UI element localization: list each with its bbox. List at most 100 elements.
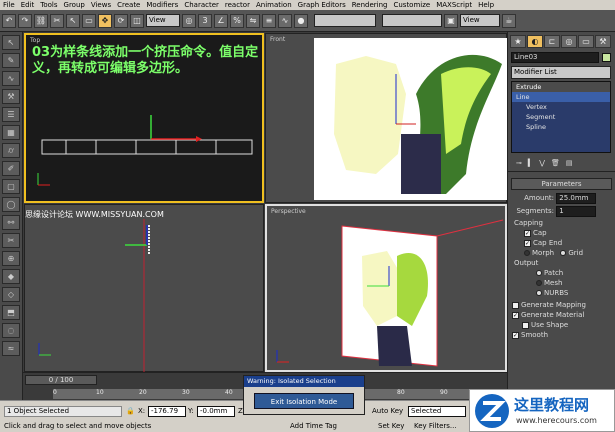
make-unique-icon[interactable]: ⋁ — [539, 159, 545, 167]
scale-icon[interactable]: ◫ — [130, 13, 144, 28]
gen-mapping-checkbox[interactable] — [512, 301, 519, 309]
viewport-top[interactable]: Top 03为样条线添加一个挤压命令。值自定义，再转成可编辑多边形。 — [24, 33, 264, 203]
menu-item-reactor[interactable]: reactor — [222, 1, 253, 9]
percent-snap-icon[interactable]: % — [230, 13, 244, 28]
move-icon[interactable]: ✥ — [98, 13, 112, 28]
viewport-left[interactable]: 思缘设计论坛 WWW.MISSYUAN.COM — [24, 204, 264, 373]
object-name-field[interactable]: Line03 — [511, 52, 599, 63]
angle-snap-icon[interactable]: ∠ — [214, 13, 228, 28]
cut-icon[interactable]: ✂ — [2, 233, 20, 248]
morph-radio[interactable] — [524, 250, 530, 256]
align-icon[interactable]: ≡ — [262, 13, 276, 28]
relax-icon[interactable]: ≈ — [2, 341, 20, 356]
menu-item-animation[interactable]: Animation — [253, 1, 295, 9]
redo-icon[interactable]: ↷ — [18, 13, 32, 28]
extrude-icon[interactable]: ⬒ — [2, 305, 20, 320]
utilities-tab-icon[interactable]: ⚒ — [595, 35, 611, 48]
menu-item-rendering[interactable]: Rendering — [349, 1, 391, 9]
layer-dropdown[interactable] — [382, 14, 442, 27]
display-tab-icon[interactable]: ▭ — [578, 35, 594, 48]
hierarchy-tab-icon[interactable]: ⊏ — [544, 35, 560, 48]
chamfer-icon[interactable]: ◇ — [2, 287, 20, 302]
object-color-swatch[interactable] — [602, 53, 611, 62]
grid-radio[interactable] — [560, 250, 567, 256]
stack-item-segment[interactable]: Segment — [512, 112, 610, 122]
configure-modifiers-icon[interactable]: ▤ — [566, 159, 573, 167]
unlink-icon[interactable]: ✂ — [50, 13, 64, 28]
menu-item-graph-editors[interactable]: Graph Editors — [295, 1, 349, 9]
named-selection-dropdown[interactable] — [314, 14, 376, 27]
menu-item-edit[interactable]: Edit — [18, 1, 38, 9]
link-icon[interactable]: ⛓ — [34, 13, 48, 28]
reference-coord-dropdown[interactable]: View — [146, 14, 180, 27]
grid-icon[interactable]: ▦ — [2, 125, 20, 140]
stack-item-vertex[interactable]: Vertex — [512, 102, 610, 112]
menu-item-create[interactable]: Create — [114, 1, 143, 9]
mesh-row[interactable]: Mesh — [508, 278, 615, 288]
y-coordinate-field[interactable]: -0.0mm — [197, 406, 235, 417]
undo-icon[interactable]: ↶ — [2, 13, 16, 28]
cylinder-icon[interactable]: ⌭ — [2, 143, 20, 158]
patch-radio[interactable] — [536, 270, 542, 276]
stack-item-spline[interactable]: Spline — [512, 122, 610, 132]
smooth-icon[interactable]: ◌ — [2, 323, 20, 338]
smooth-checkbox[interactable]: ✓ — [512, 331, 519, 339]
menu-item-help[interactable]: Help — [475, 1, 497, 9]
lock-icon[interactable]: 🔒 — [126, 407, 135, 415]
sphere-icon[interactable]: ◯ — [2, 197, 20, 212]
menu-item-views[interactable]: Views — [88, 1, 114, 9]
key-selection-dropdown[interactable]: Selected — [408, 406, 466, 417]
create-tab-icon[interactable]: ★ — [510, 35, 526, 48]
paint-icon[interactable]: ✎ — [2, 53, 20, 68]
menu-item-maxscript[interactable]: MAXScript — [433, 1, 475, 9]
stack-item-extrude[interactable]: Extrude — [512, 82, 610, 92]
viewport-perspective[interactable]: Perspective — [265, 204, 507, 372]
select-region-icon[interactable]: ▭ — [82, 13, 96, 28]
connect-icon[interactable]: ⚯ — [2, 215, 20, 230]
menu-item-modifiers[interactable]: Modifiers — [143, 1, 181, 9]
key-filters-button[interactable]: Key Filters... — [414, 422, 457, 430]
menu-item-tools[interactable]: Tools — [37, 1, 60, 9]
nurbs-radio[interactable] — [536, 290, 542, 296]
segments-field[interactable]: 1 — [556, 206, 597, 217]
use-shape-row[interactable]: Use Shape — [508, 320, 615, 330]
brush-icon[interactable]: ✐ — [2, 161, 20, 176]
curve-editor-icon[interactable]: ∿ — [278, 13, 292, 28]
weld-icon[interactable]: ⊕ — [2, 251, 20, 266]
cap-start-checkbox[interactable]: ✓ — [524, 229, 531, 237]
add-time-tag[interactable]: Add Time Tag — [290, 422, 337, 430]
remove-modifier-icon[interactable]: 🗑 — [551, 159, 560, 167]
gen-material-checkbox[interactable]: ✓ — [512, 311, 519, 319]
layers-icon[interactable]: ☰ — [2, 107, 20, 122]
snap-icon[interactable]: 3 — [198, 13, 212, 28]
material-editor-icon[interactable]: ● — [294, 13, 308, 28]
gen-material-row[interactable]: ✓ Generate Material — [508, 310, 615, 320]
motion-tab-icon[interactable]: ◎ — [561, 35, 577, 48]
select-tool-icon[interactable]: ↖ — [2, 35, 20, 50]
menu-item-group[interactable]: Group — [61, 1, 88, 9]
render-view-dropdown[interactable]: View — [460, 14, 500, 27]
amount-field[interactable]: 25.0mm — [556, 193, 597, 204]
pivot-icon[interactable]: ◎ — [182, 13, 196, 28]
pin-stack-icon[interactable]: ⊸ — [516, 159, 522, 167]
nurbs-row[interactable]: NURBS — [508, 288, 615, 298]
quick-render-icon[interactable]: ☕ — [502, 13, 516, 28]
menu-item-character[interactable]: Character — [181, 1, 222, 9]
mirror-icon[interactable]: ⇋ — [246, 13, 260, 28]
select-icon[interactable]: ↖ — [66, 13, 80, 28]
modifier-list-dropdown[interactable]: Modifier List — [511, 66, 611, 79]
auto-key-button[interactable]: Auto Key — [372, 407, 403, 415]
bevel-icon[interactable]: ◆ — [2, 269, 20, 284]
hammer-icon[interactable]: ⚒ — [2, 89, 20, 104]
x-coordinate-field[interactable]: -176.79 — [148, 406, 186, 417]
time-slider[interactable]: 0 / 100 — [25, 375, 97, 385]
cap-end-row[interactable]: ✓ Cap End — [508, 238, 615, 248]
patch-row[interactable]: Patch — [508, 268, 615, 278]
box-icon[interactable]: ▢ — [2, 179, 20, 194]
cap-end-checkbox[interactable]: ✓ — [524, 239, 531, 247]
wave-icon[interactable]: ∿ — [2, 71, 20, 86]
show-end-result-icon[interactable]: ▍ — [528, 159, 533, 167]
rotate-icon[interactable]: ⟳ — [114, 13, 128, 28]
modify-tab-icon[interactable]: ◐ — [527, 35, 543, 48]
mesh-radio[interactable] — [536, 280, 542, 286]
